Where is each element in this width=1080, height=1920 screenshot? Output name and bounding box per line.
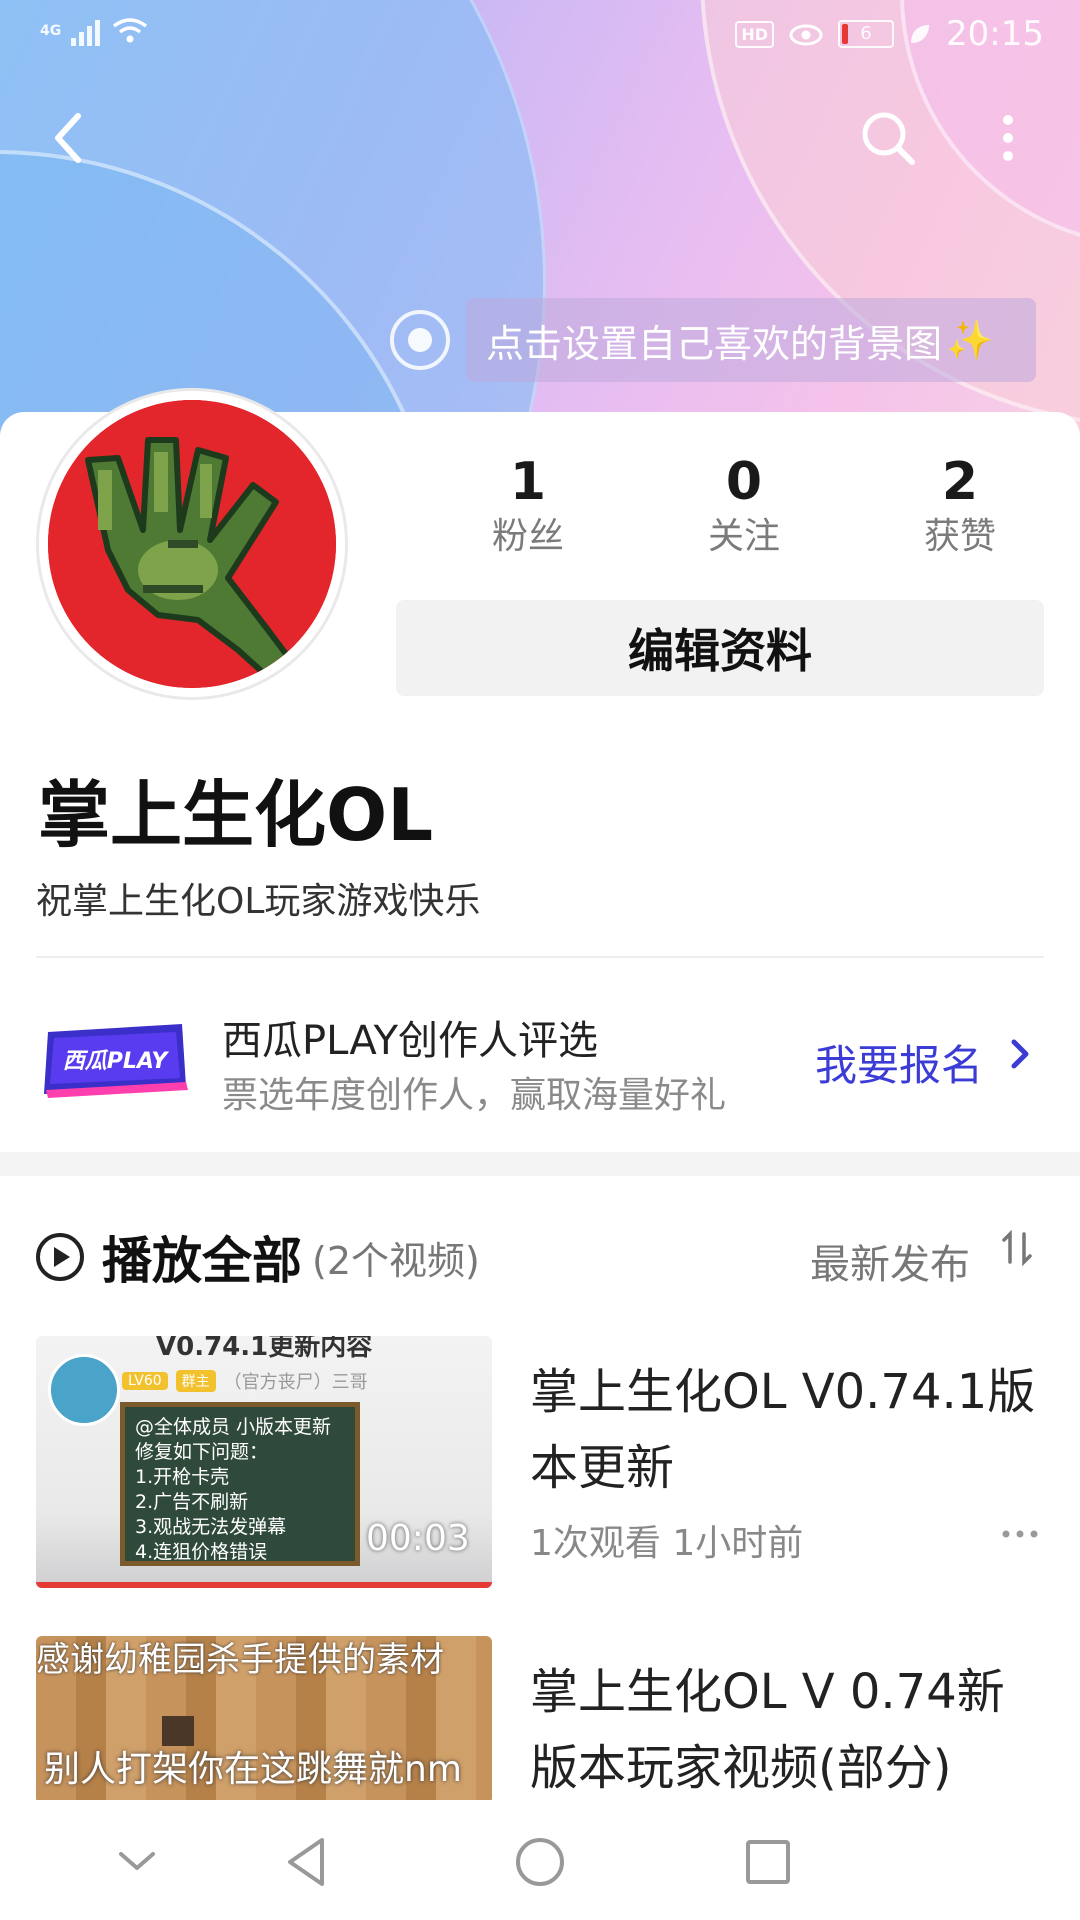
nav-recents-button[interactable]	[736, 1830, 800, 1894]
thumbnail-user: （官方丧尸）三哥	[223, 1372, 368, 1393]
board-line: 修复如下问题：	[135, 1441, 269, 1463]
stat-label: 获赞	[923, 516, 996, 557]
profile-stats: 1 粉丝 0 关注 2 获赞	[420, 450, 1070, 560]
nav-back-button[interactable]	[276, 1830, 340, 1894]
stat-following[interactable]: 0 关注	[636, 450, 852, 560]
stat-value: 1	[509, 452, 547, 512]
section-divider	[0, 1152, 1080, 1176]
search-icon	[862, 112, 915, 165]
announcement-board: @全体成员 小版本更新 修复如下问题： 1.开枪卡壳 2.广告不刷新 3.观战无…	[120, 1402, 360, 1566]
play-circle-icon	[36, 1233, 84, 1281]
system-nav-bar	[0, 1800, 1080, 1920]
chevron-right-icon[interactable]	[1008, 1034, 1032, 1084]
radio-dot-icon	[390, 310, 450, 370]
back-button[interactable]	[44, 108, 96, 168]
stat-likes[interactable]: 2 获赞	[852, 450, 1068, 560]
play-all-label: 播放全部	[102, 1232, 302, 1290]
more-button[interactable]	[988, 108, 1028, 168]
set-background-hint[interactable]: 点击设置自己喜欢的背景图 ✨	[390, 298, 1036, 382]
stat-value: 2	[941, 452, 979, 512]
more-horizontal-icon[interactable]	[1000, 1512, 1040, 1553]
triangle-back-icon	[288, 1838, 324, 1886]
profile-bio: 祝掌上生化OL玩家游戏快乐	[36, 881, 481, 922]
battery-icon: 6	[838, 20, 895, 48]
sparkle-icon: ✨	[946, 317, 994, 362]
stat-value: 0	[725, 452, 763, 512]
chevron-left-icon	[55, 113, 81, 163]
stat-followers[interactable]: 1 粉丝	[420, 450, 636, 560]
divider	[36, 956, 1044, 958]
video-thumbnail[interactable]: V0.74.1更新内容 LV60 群主 （官方丧尸）三哥 @全体成员 小版本更新…	[36, 1336, 492, 1588]
circle-home-icon	[516, 1838, 564, 1886]
thumbnail-top-text: 感谢幼稚园杀手提供的素材	[36, 1640, 444, 1680]
video-thumbnail[interactable]: 感谢幼稚园杀手提供的素材 别人打架你在这跳舞就nm	[36, 1636, 492, 1804]
promo-title: 西瓜PLAY创作人评选	[222, 1018, 599, 1064]
leaf-icon	[911, 25, 930, 43]
avatar[interactable]	[48, 400, 336, 688]
edit-profile-button[interactable]: 编辑资料	[396, 600, 1044, 696]
board-line: 2.广告不刷新	[135, 1491, 249, 1513]
thumbnail-top-text: V0.74.1更新内容	[156, 1336, 373, 1362]
sort-icon[interactable]	[1000, 1228, 1036, 1277]
svg-text:西瓜PLAY: 西瓜PLAY	[63, 1049, 170, 1074]
chevron-down-icon	[119, 1852, 155, 1870]
profile-name: 掌上生化OL	[38, 773, 434, 857]
more-vertical-icon	[1003, 115, 1013, 161]
nav-hide-button[interactable]	[105, 1830, 169, 1894]
promo-banner[interactable]: 西瓜PLAY 西瓜PLAY创作人评选 票选年度创作人，赢取海量好礼 我要报名	[0, 980, 1080, 1130]
thumbnail-caption: 别人打架你在这跳舞就nm	[44, 1749, 462, 1790]
hd-icon: HD	[735, 20, 775, 48]
video-title[interactable]: 掌上生化OL V 0.74新版本玩家视频(部分)	[530, 1654, 1050, 1806]
board-line: @全体成员 小版本更新	[135, 1416, 332, 1438]
status-bar: 4G HD 6 20:15	[0, 0, 1080, 72]
signup-link[interactable]: 我要报名	[815, 1032, 983, 1093]
video-count: (2个视频)	[312, 1238, 480, 1283]
group-avatar	[48, 1354, 120, 1426]
search-button[interactable]	[858, 108, 918, 168]
watch-progress-bar	[36, 1582, 492, 1588]
network-type: 4G	[40, 23, 62, 39]
board-line: 3.观战无法发弹幕	[135, 1516, 287, 1538]
background-hint-box[interactable]: 点击设置自己喜欢的背景图 ✨	[466, 298, 1036, 382]
video-meta: 1次观看 1小时前	[530, 1523, 804, 1564]
clock: 20:15	[946, 14, 1044, 54]
play-all-button[interactable]: 播放全部 (2个视频)	[36, 1222, 480, 1292]
eye-comfort-icon	[789, 24, 823, 46]
promo-subtitle: 票选年度创作人，赢取海量好礼	[222, 1075, 727, 1116]
stat-label: 粉丝	[491, 516, 564, 557]
nav-home-button[interactable]	[508, 1830, 572, 1894]
zombie-hand-icon	[48, 400, 336, 688]
background-hint-text: 点击设置自己喜欢的背景图	[486, 321, 943, 366]
video-title[interactable]: 掌上生化OL V0.74.1版本更新	[530, 1354, 1050, 1506]
square-recents-icon	[746, 1840, 790, 1884]
video-duration: 00:03	[366, 1518, 470, 1559]
board-line: 4.连狙价格错误	[135, 1541, 268, 1563]
role-badge: 群主	[175, 1370, 216, 1392]
sort-dropdown[interactable]: 最新发布	[810, 1232, 970, 1290]
xigua-play-logo: 西瓜PLAY	[44, 1024, 188, 1098]
signal-icon	[71, 16, 101, 46]
wifi-icon	[113, 18, 148, 43]
stat-label: 关注	[707, 516, 780, 557]
board-line: 1.开枪卡壳	[135, 1466, 230, 1488]
thumbnail-user-row: LV60 群主 （官方丧尸）三哥	[122, 1368, 368, 1394]
level-badge: LV60	[122, 1372, 168, 1390]
